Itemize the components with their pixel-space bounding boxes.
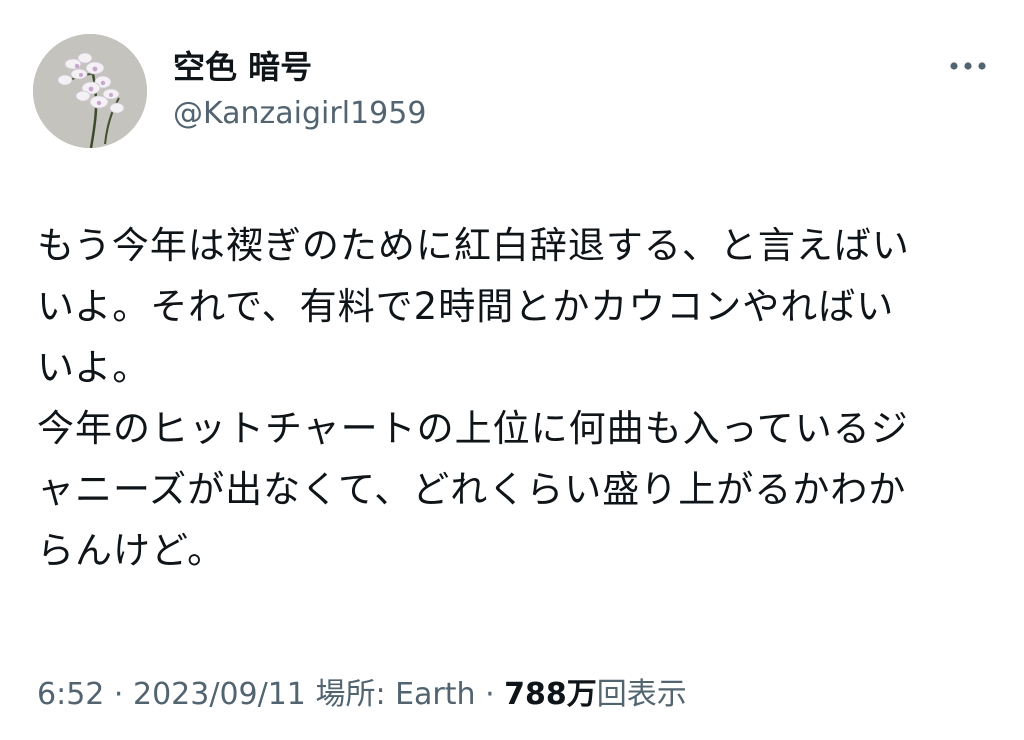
tweet-metadata: 6:52 · 2023/09/11 場所: Earth · 788万回表示: [37, 673, 687, 717]
separator-dot: ·: [104, 677, 133, 712]
user-handle[interactable]: @Kanzaigirl1959: [173, 94, 426, 134]
separator-dot: ·: [475, 677, 505, 712]
views-label: 回表示: [596, 677, 687, 712]
avatar[interactable]: [33, 34, 147, 148]
orchid-flower-avatar-icon: [33, 34, 147, 148]
tweet-date[interactable]: 2023/09/11: [133, 677, 306, 712]
tweet-location: 場所: Earth: [305, 677, 476, 712]
views-count[interactable]: 788万: [504, 677, 597, 712]
more-options-button[interactable]: [946, 52, 990, 80]
tweet-card: 空色 暗号 @Kanzaigirl1959 もう今年は禊ぎのために紅白辞退する、…: [0, 0, 1024, 740]
display-name[interactable]: 空色 暗号: [173, 47, 312, 87]
more-horizontal-icon: [950, 62, 986, 70]
tweet-text: もう今年は禊ぎのために紅白辞退する、と言えばい いよ。それで、有料で2時間とかカ…: [37, 224, 910, 572]
tweet-time[interactable]: 6:52: [37, 677, 104, 712]
